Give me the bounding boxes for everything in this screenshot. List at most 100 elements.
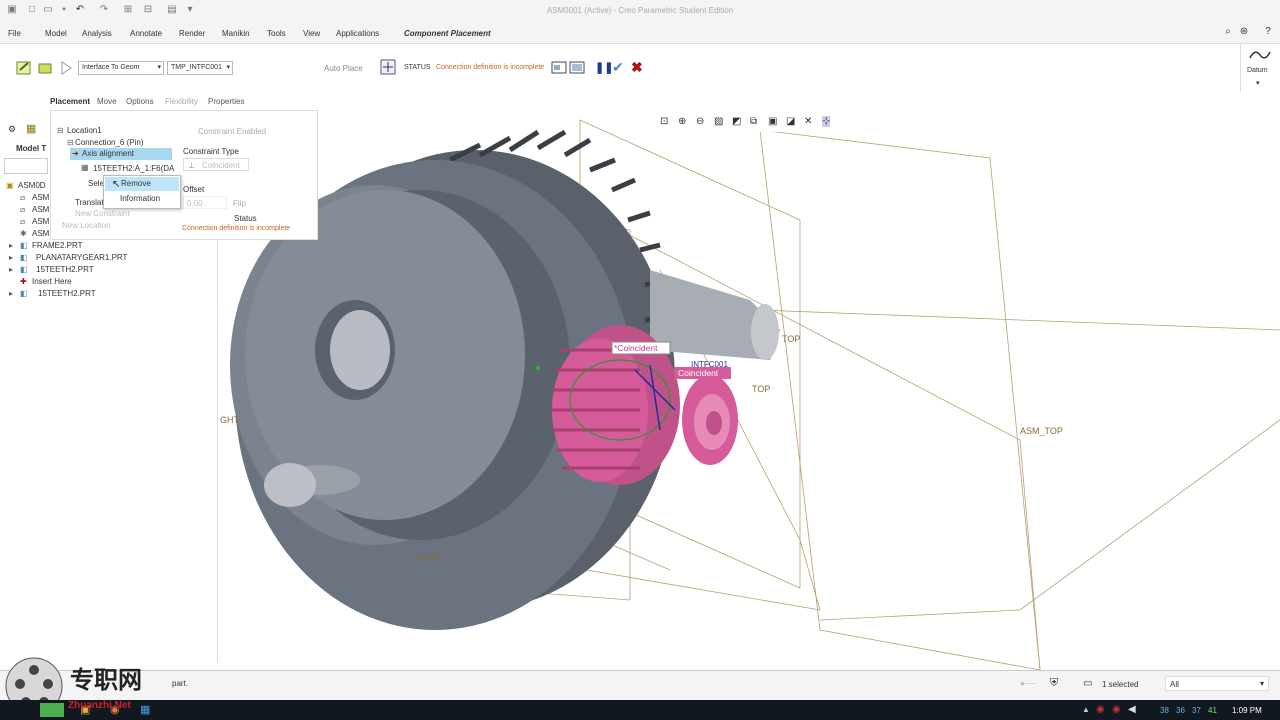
reference-label[interactable]: 15TEETH2:A_1:F6(DA <box>93 164 174 173</box>
expand-icon[interactable]: ▸ <box>9 265 13 274</box>
expand-icon[interactable]: ▸ <box>9 289 13 298</box>
offset-label: Offset <box>183 185 205 194</box>
clock[interactable]: 1:09 PM <box>1232 706 1262 715</box>
zoom-in-icon[interactable]: ⊕ <box>678 116 686 127</box>
menu-component-placement[interactable]: Component Placement <box>404 29 491 38</box>
view-toolbar: ⊡ ⊕ ⊖ ▨ ◩ ⧉ ▣ ◪ ✕ ⊹ <box>658 116 844 132</box>
flip-button[interactable]: Flip <box>233 199 246 208</box>
translation-label[interactable]: Translati <box>75 198 105 207</box>
offset-value: 0.00 <box>187 199 203 208</box>
view-manager-icon[interactable]: ▣ <box>768 116 777 127</box>
tree-root[interactable]: ASM0D <box>18 181 46 190</box>
settings-icon[interactable]: ⊛ <box>1238 26 1250 38</box>
expand-icon[interactable]: ▸ <box>9 241 13 250</box>
tab-properties[interactable]: Properties <box>208 97 244 106</box>
watermark-sub: Zhuanzhi.Net <box>68 700 131 711</box>
filter-dropdown[interactable]: All ▾ <box>1165 676 1269 691</box>
tab-move[interactable]: Move <box>97 97 117 106</box>
menu-analysis[interactable]: Analysis <box>82 29 112 38</box>
play-icon[interactable] <box>58 60 74 76</box>
tray-antivirus-icon[interactable]: ◉ <box>1096 704 1105 715</box>
tree-layers-icon[interactable]: ▦ <box>26 122 36 135</box>
menu-tools[interactable]: Tools <box>267 29 286 38</box>
connection-node[interactable]: Connection_6 (Pin) <box>75 138 143 147</box>
move-component-icon[interactable] <box>380 59 396 75</box>
graphics-viewport[interactable]: TOP TOP ASM_TOP RIGHT GHT *Coincident IN… <box>220 110 1280 670</box>
volume-icon[interactable]: ◀ <box>1128 704 1136 715</box>
tree-part-planatarygear1[interactable]: PLANATARYGEAR1.PRT <box>36 253 127 262</box>
tree-display-icon[interactable]: ⚙ <box>8 124 16 135</box>
tab-placement[interactable]: Placement <box>50 97 90 106</box>
interface-icon[interactable] <box>37 60 53 76</box>
interface-value-dropdown[interactable]: TMP_INTFC001 ▾ <box>167 61 233 75</box>
menu-bar: File Model Analysis Annotate Render Mani… <box>0 22 1280 44</box>
menu-file[interactable]: File <box>8 29 21 38</box>
location-node[interactable]: Location1 <box>67 126 102 135</box>
coincident-icon: ⊥ <box>188 161 195 170</box>
offset-field[interactable]: 0.00 <box>183 196 227 209</box>
label-right-2: GHT <box>220 415 240 425</box>
perspective-icon[interactable]: ◪ <box>786 116 795 127</box>
saved-views-icon[interactable]: ⧉ <box>750 116 757 127</box>
menu-model[interactable]: Model <box>45 29 67 38</box>
datum-display-icon[interactable]: ✕ <box>804 116 812 127</box>
search-icon[interactable]: ⌕ <box>1222 26 1234 38</box>
axis-alignment-row[interactable]: ➜ Axis alignment <box>70 148 172 160</box>
tree-part-15teeth2-a[interactable]: 15TEETH2.PRT <box>36 265 94 274</box>
user-defined-icon[interactable] <box>16 60 32 76</box>
tree-item-asm-2[interactable]: ASM <box>32 205 49 214</box>
zoom-out-icon[interactable]: ⊖ <box>696 116 704 127</box>
select-label[interactable]: Sele <box>88 179 104 188</box>
smart-select-icon[interactable]: ⛨ <box>1050 677 1058 690</box>
menu-applications[interactable]: Applications <box>336 29 379 38</box>
assembly-window-icon[interactable] <box>569 60 585 76</box>
pause-icon[interactable]: ❚❚ <box>595 61 613 74</box>
refit-icon[interactable]: ⊡ <box>660 116 668 127</box>
new-location-link[interactable]: New Location <box>62 221 110 230</box>
cancel-x-icon[interactable]: ✖ <box>631 59 643 76</box>
tab-options[interactable]: Options <box>126 97 154 106</box>
display-style-icon[interactable]: ◩ <box>732 116 741 127</box>
tree-item-asm-3[interactable]: ASM <box>32 217 49 226</box>
tab-flexibility[interactable]: Flexibility <box>165 97 198 106</box>
dashboard-tabs: Placement Move Options Flexibility Prope… <box>0 92 320 110</box>
new-constraint-link[interactable]: New Constraint <box>75 209 130 218</box>
mouse-cursor-icon: ↖ <box>112 179 121 190</box>
taskbar-app-1[interactable] <box>40 703 64 717</box>
separate-window-icon[interactable] <box>551 60 567 76</box>
datum-group[interactable]: Datum ▾ <box>1240 44 1278 92</box>
datum-dropdown-icon[interactable]: ▾ <box>1256 79 1260 87</box>
expand-icon[interactable]: ▸ <box>9 253 13 262</box>
tree-item-asm-1[interactable]: ASM <box>32 193 49 202</box>
insert-here-arrow-icon: ✚ <box>20 277 27 286</box>
csys-icon: ✱ <box>20 229 27 238</box>
selection-icon[interactable]: ▭ <box>1083 678 1092 689</box>
help-icon[interactable]: ? <box>1262 26 1274 38</box>
collapse-icon[interactable]: ⊟ <box>57 126 64 135</box>
creo-taskbar-icon[interactable]: ▦ <box>140 703 150 716</box>
tree-part-frame2[interactable]: FRAME2.PRT <box>32 241 83 250</box>
menu-view[interactable]: View <box>303 29 320 38</box>
selection-count[interactable]: 1 selected <box>1102 680 1138 689</box>
constraint-enabled-label[interactable]: Constraint Enabled <box>198 127 266 136</box>
tray-app-icon[interactable]: ◉ <box>1112 704 1121 715</box>
menu-render[interactable]: Render <box>179 29 205 38</box>
tree-filter-field[interactable] <box>4 158 48 174</box>
repaint-icon[interactable]: ▨ <box>714 116 723 127</box>
interface-dropdown[interactable]: Interface To Geom ▾ <box>78 61 164 75</box>
collapse-icon[interactable]: ⊟ <box>67 138 74 147</box>
tree-insert-here[interactable]: Insert Here <box>32 277 72 286</box>
datum-icon <box>1249 51 1271 59</box>
menu-annotate[interactable]: Annotate <box>130 29 162 38</box>
ok-checkmark-icon[interactable]: ✔ <box>612 59 624 76</box>
context-information[interactable]: Information <box>120 194 160 203</box>
annotation-display-icon[interactable]: ⊹ <box>822 116 831 127</box>
tree-item-asm-4[interactable]: ASM <box>32 229 49 238</box>
constraint-type-dropdown[interactable]: ⊥ Coincident <box>183 158 249 171</box>
model-tree-tab[interactable]: Model T <box>16 144 46 153</box>
auto-place-button[interactable]: Auto Place <box>324 64 363 73</box>
tree-part-15teeth2-b[interactable]: 15TEETH2.PRT <box>38 289 96 298</box>
placement-panel: ⊟ Location1 ⊟ Connection_6 (Pin) ➜ Axis … <box>50 110 318 240</box>
tray-arrow-icon[interactable]: ▲ <box>1082 705 1090 714</box>
menu-manikin[interactable]: Manikin <box>222 29 250 38</box>
